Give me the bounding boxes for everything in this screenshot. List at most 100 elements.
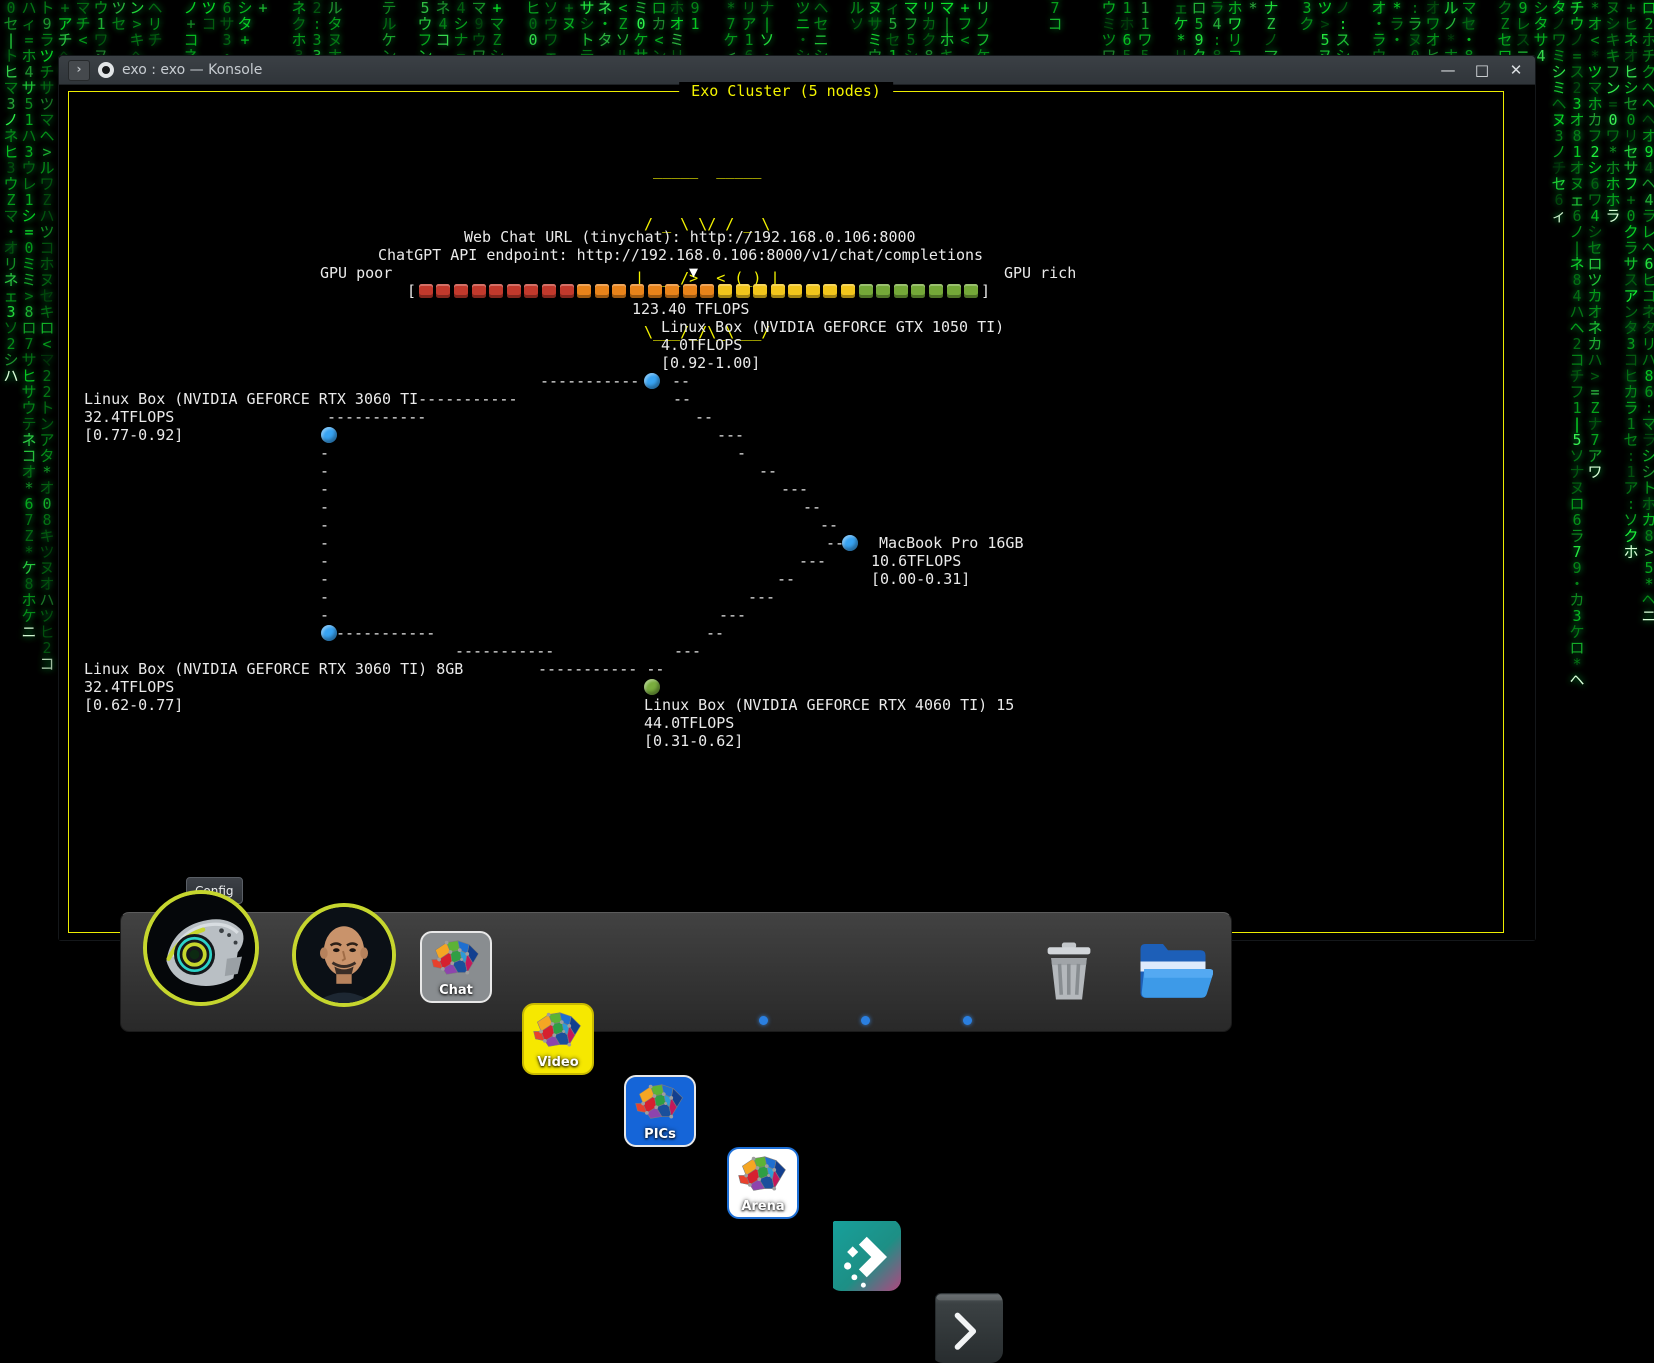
node-tflops: 32.4TFLOPS [84,408,174,426]
matrix-rain-column: コ591 [686,0,704,32]
app-window-icon [98,62,114,78]
bar-square [876,284,890,298]
web-chat-url: Web Chat URL (tinychat): http://192.168.… [464,228,916,246]
bar-square [788,284,802,298]
gpu-rich-label: GPU rich [1004,264,1076,282]
bar-square [753,284,767,298]
pics-app[interactable]: PICs [624,1075,696,1147]
arena-app-label: Arena [729,1199,797,1214]
bar-square [823,284,837,298]
node-dot [644,373,660,389]
bar-square [454,284,468,298]
matrix-rain-column: >ト*ラ・ [1388,0,1406,48]
matrix-rain-column: 0セ|トヒマ3ノネヒ3ウZマ・オリネェ3ソ2シハ [2,0,20,384]
bar-square [665,284,679,298]
node-dot [644,679,660,695]
topology-link-dashes: - [320,570,329,588]
bar-square [542,284,556,298]
bar-square [560,284,574,298]
gradient-chevron-icon [833,1221,901,1291]
topology-link-dashes: -- [820,516,838,534]
bar-square [436,284,450,298]
bar-square [595,284,609,298]
bar-square [736,284,750,298]
bar-square [612,284,626,298]
bar-square [507,284,521,298]
window-titlebar[interactable]: › exo : exo — Konsole — □ ✕ [59,56,1535,85]
node-tflops: 4.0TFLOPS [661,336,742,354]
video-app-label: Video [524,1055,592,1070]
bar-square [841,284,855,298]
node-range: [0.00-0.31] [871,570,970,588]
topology-link-dashes: --- [717,426,744,444]
matrix-rain-column: ヘリチ [146,0,164,48]
konsole-app[interactable] [931,1291,1003,1363]
topology-link-dashes: ----------- -- [538,660,664,678]
running-app-indicator [963,1016,972,1025]
matrix-rain-column: セツコ [200,0,218,32]
total-tflops: 123.40 TFLOPS [632,300,749,318]
topology-link-dashes: - [320,606,329,624]
bar-square [859,284,873,298]
bar-square [947,284,961,298]
node-label: MacBook Pro 16GB [879,534,1024,552]
topology-link-dashes: - [320,588,329,606]
man-avatar[interactable] [292,903,396,1007]
bar-square [630,284,644,298]
media-app[interactable] [829,1219,901,1291]
bar-square [806,284,820,298]
topology-link-dashes: ----------- [455,642,554,660]
matrix-rain-column: レソ+ヒネオヒシセ0リセサフ+0クラサスアンタ3コヒカラ1セ:1ア:ソクホ [1622,0,1640,560]
maximize-button[interactable]: □ [1472,61,1492,79]
topology-link-dashes: - [320,444,329,462]
topology-link-dashes: --- [674,642,701,660]
trash[interactable] [1031,933,1107,1009]
bar-square [894,284,908,298]
close-button[interactable]: ✕ [1506,61,1526,79]
terminal-area[interactable]: Exo Cluster (5 nodes) _____ _____ / _ \ … [59,85,1535,940]
topology-link-dashes: -- [759,462,777,480]
running-app-indicator [861,1016,870,1025]
matrix-rain-column: |タノワミシミヘヌ3ノチセ6ィ [1550,0,1568,224]
gpu-poor-label: GPU poor [320,264,392,282]
matrix-rain-column: ノマ+ [254,0,272,16]
bar-square [419,284,433,298]
topology-link-dashes: -- [706,624,724,642]
node-range: [0.77-0.92] [84,426,183,444]
video-app[interactable]: Video [522,1003,594,1075]
bar-close-bracket: ] [980,282,991,300]
robot-avatar[interactable] [143,890,259,1006]
cluster-box-border: Exo Cluster (5 nodes) [68,91,1504,933]
topology-link-dashes: - [320,480,329,498]
node-dot [321,625,337,641]
bar-square [929,284,943,298]
topology-link-dashes: -- [672,372,690,390]
matrix-rain-column: チ*オ<*ツマホカフ2シ6ワ4シセロツカオネカハ>=Zナ7アワ [1586,0,1604,480]
matrix-rain-column: サハィ=ホ4サ51ハ3ウレ1シ=0ミミ>8ロ7サヒサウテネコオ*67Z*ケ8ホケ… [20,0,38,640]
bar-square [700,284,714,298]
robot-avatar-image [147,894,255,1006]
topology-link-dashes: - [320,498,329,516]
bar-square [964,284,978,298]
topology-link-dashes: --- [799,552,826,570]
bar-square [489,284,503,298]
chat-app[interactable]: Chat [420,931,492,1003]
bar-square [683,284,697,298]
node-label: Linux Box (NVIDIA GEFORCE GTX 1050 TI) [661,318,1004,336]
minimize-button[interactable]: — [1438,61,1458,79]
arena-app[interactable]: Arena [727,1147,799,1219]
node-dot [842,535,858,551]
konsole-window: › exo : exo — Konsole — □ ✕ Exo Cluster … [58,55,1536,941]
bar-squares [417,284,980,298]
file-manager[interactable] [1133,931,1209,1007]
topology-link-dashes: - [320,552,329,570]
node-label: Linux Box (NVIDIA GEFORCE RTX 4060 TI) 1… [644,696,1014,714]
matrix-rain-column: ル7コ [1046,0,1064,32]
bar-square [577,284,591,298]
topology-link-dashes: --- [748,588,775,606]
matrix-rain-column: 61マチ< [74,0,92,48]
topology-link-dashes: - [320,534,329,552]
matrix-rain-column: <+ヌ [560,0,578,32]
man-avatar-image [296,907,392,1007]
bar-open-bracket: [ [406,282,417,300]
